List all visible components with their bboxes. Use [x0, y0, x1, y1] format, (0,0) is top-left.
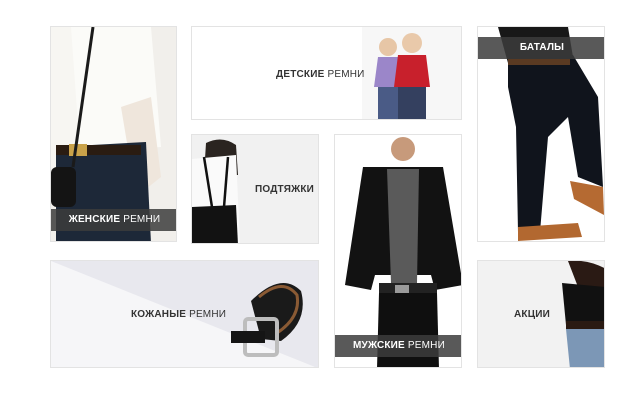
big-sizes-label: БАТАЛЫ	[478, 37, 604, 59]
category-tile-suspenders[interactable]: ПОДТЯЖКИ	[191, 134, 319, 244]
category-tile-womens-belts[interactable]: ЖЕНСКИЕ РЕМНИ	[50, 26, 177, 242]
sale-label: АКЦИИ	[508, 303, 550, 321]
big-sizes-photo	[498, 27, 604, 241]
suspenders-label: ПОДТЯЖКИ	[249, 178, 314, 196]
category-tile-leather-belts[interactable]: КОЖАНЫЕ РЕМНИ	[50, 260, 319, 368]
kids-belts-label: ДЕТСКИЕ РЕМНИ	[270, 63, 365, 81]
womens-belts-label: ЖЕНСКИЕ РЕМНИ	[51, 209, 176, 231]
category-tile-sale[interactable]: АКЦИИ	[477, 260, 605, 368]
mens-belts-label: МУЖСКИЕ РЕМНИ	[335, 335, 461, 357]
category-tile-kids-belts[interactable]: ДЕТСКИЕ РЕМНИ	[191, 26, 462, 120]
category-tile-mens-belts[interactable]: МУЖСКИЕ РЕМНИ	[334, 134, 462, 368]
leather-belts-label: КОЖАНЫЕ РЕМНИ	[125, 303, 226, 321]
category-tile-big-sizes[interactable]: БАТАЛЫ	[477, 26, 605, 242]
mens-belts-photo	[345, 137, 461, 367]
